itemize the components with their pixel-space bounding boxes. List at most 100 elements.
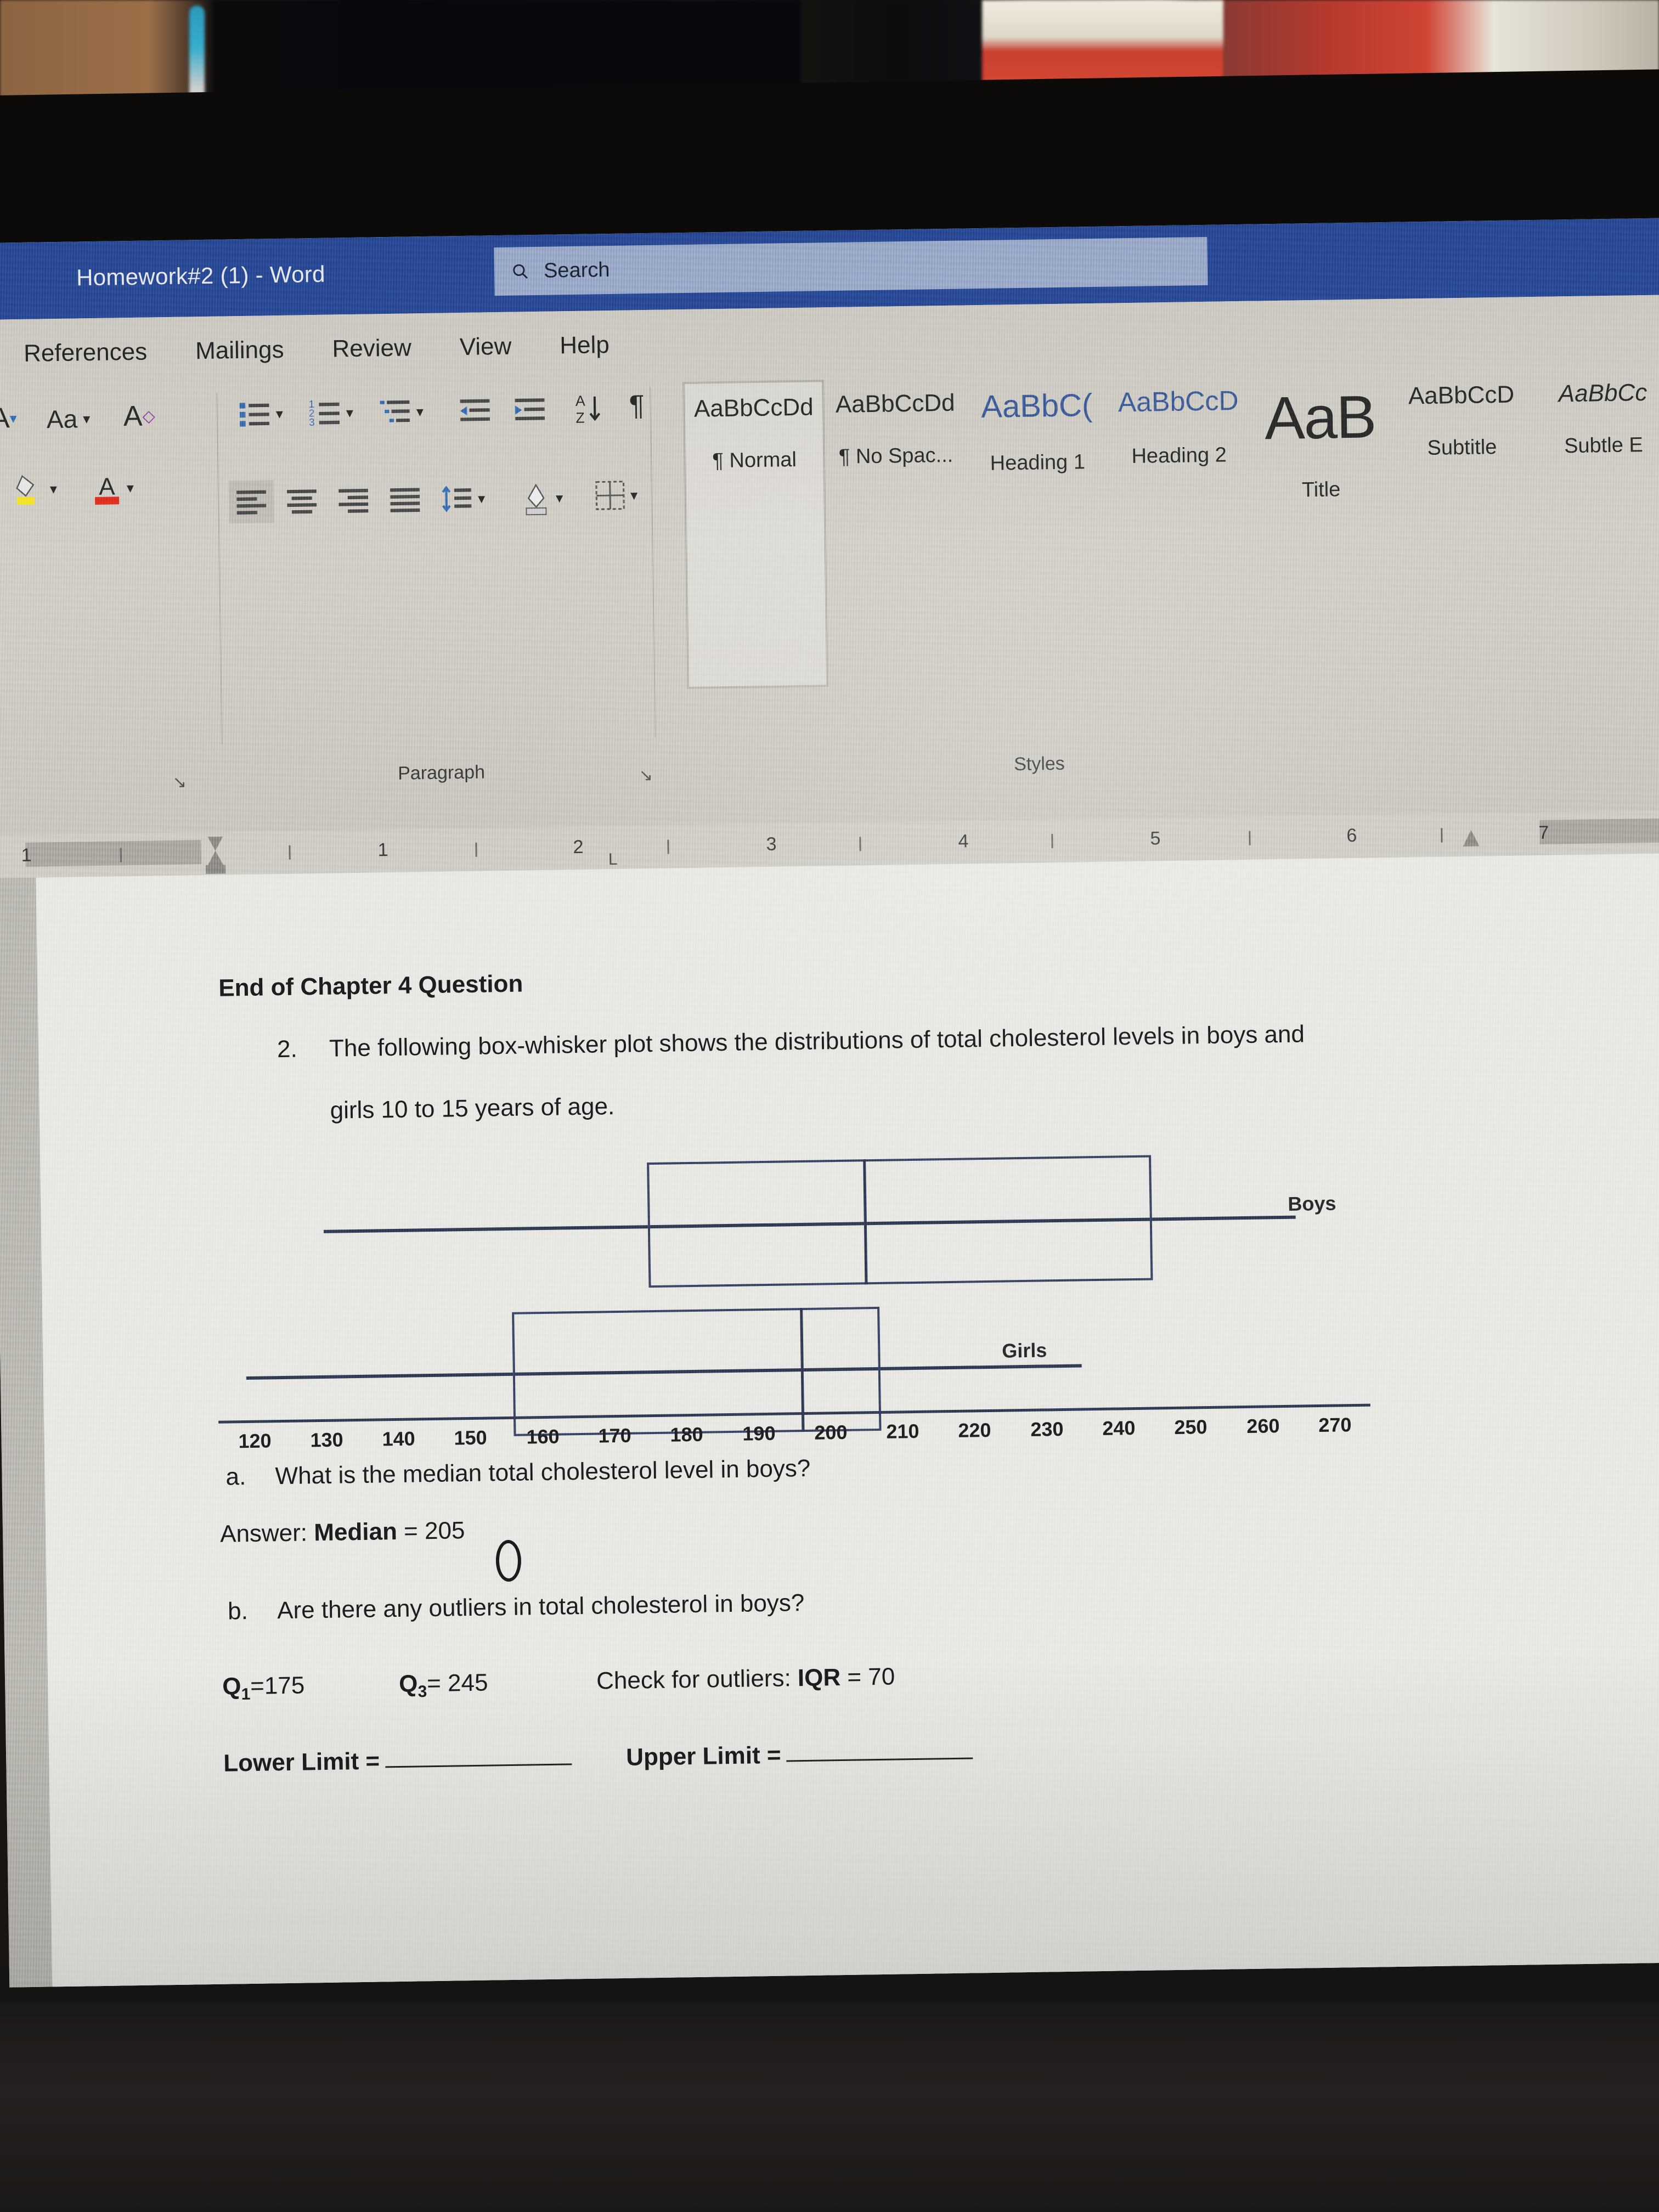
photo-of-laptop-screen: Homework#2 (1) - Word Search References … <box>0 0 1659 2212</box>
lower-limit-field[interactable]: Lower Limit = <box>223 1745 572 1777</box>
ruler-tick <box>1051 834 1053 849</box>
upper-limit-label: Upper Limit = <box>625 1741 781 1771</box>
tab-view[interactable]: View <box>435 332 535 362</box>
ruler-number: 1 <box>377 839 388 861</box>
sort-icon[interactable]: A Z <box>572 390 604 426</box>
increase-indent-icon[interactable] <box>512 393 547 427</box>
upper-limit-field[interactable]: Upper Limit = <box>626 1739 973 1771</box>
iqr-label: IQR <box>797 1664 841 1692</box>
left-indent-marker[interactable] <box>206 865 226 874</box>
group-divider <box>650 386 656 738</box>
style-label: Heading 1 <box>990 450 1086 475</box>
x-tick: 230 <box>1030 1417 1064 1441</box>
x-tick: 200 <box>814 1420 848 1444</box>
hanging-indent-marker[interactable] <box>208 851 223 865</box>
answer-key: Median <box>313 1518 398 1547</box>
x-tick: 120 <box>238 1429 272 1453</box>
search-icon <box>511 262 530 281</box>
style-normal[interactable]: AaBbCcDd ¶ Normal <box>682 380 829 689</box>
ruler-tick <box>1249 831 1251 845</box>
tab-stop-marker[interactable]: L <box>608 850 618 869</box>
numbering-icon[interactable]: 1 2 3 ▾ <box>307 396 353 430</box>
align-right-icon[interactable] <box>336 483 371 518</box>
bullets-icon[interactable]: ▾ <box>237 397 283 431</box>
ribbon-group-font: A▾ Aa▾ A◇ A▾ <box>0 376 244 798</box>
q1-value: Q1=175 <box>222 1672 305 1705</box>
paragraph-dialog-launcher[interactable]: ↘ <box>639 766 653 785</box>
answer-label: Answer: <box>219 1519 308 1548</box>
borders-icon[interactable]: ▾ <box>594 479 638 511</box>
ruler-number: 7 <box>1538 822 1549 843</box>
ruler-tick <box>475 842 477 857</box>
style-no-spacing[interactable]: AaBbCcDd ¶ No Spac... <box>824 377 970 687</box>
right-indent-marker[interactable] <box>1463 830 1479 847</box>
font-dialog-launcher[interactable]: ↘ <box>173 773 187 792</box>
style-label: Subtle E <box>1564 433 1644 458</box>
show-formatting-marks-icon[interactable]: ¶ <box>629 389 645 422</box>
mouse-cursor <box>495 1539 522 1582</box>
search-placeholder: Search <box>543 258 610 283</box>
x-tick: 190 <box>742 1421 776 1445</box>
style-heading-2[interactable]: AaBbCcD Heading 2 <box>1107 374 1253 683</box>
style-subtitle[interactable]: AaBbCcD Subtitle <box>1390 369 1536 679</box>
font-color-icon[interactable]: A ▾ <box>92 470 134 506</box>
style-label: Heading 2 <box>1131 443 1227 468</box>
text-highlight-color-icon[interactable]: ▾ <box>13 471 57 507</box>
ruler-number: 5 <box>1150 828 1161 849</box>
answer-value: 205 <box>424 1517 465 1545</box>
style-label: Subtitle <box>1427 436 1497 460</box>
upper-limit-blank[interactable] <box>786 1757 973 1762</box>
style-preview: AaBbCcDd <box>693 393 814 422</box>
style-preview: AaBbCcDd <box>835 389 955 418</box>
x-tick: 250 <box>1174 1415 1207 1438</box>
svg-text:Z: Z <box>575 410 585 426</box>
justify-icon[interactable] <box>388 482 422 517</box>
x-tick: 240 <box>1102 1417 1136 1440</box>
ruler-number: 6 <box>1346 825 1357 847</box>
boys-label: Boys <box>1288 1192 1336 1215</box>
ruler-left-margin <box>25 840 202 867</box>
iqr-value: = 70 <box>847 1663 895 1691</box>
doc-heading: End of Chapter 4 Question <box>218 970 523 1002</box>
multilevel-list-icon[interactable]: ▾ <box>377 394 424 429</box>
clear-formatting-icon[interactable]: A ◇ <box>123 399 155 433</box>
group-label-styles: Styles <box>1013 753 1065 775</box>
tab-references[interactable]: References <box>0 338 172 368</box>
q3-label: Q <box>398 1670 418 1697</box>
x-tick: 270 <box>1318 1413 1352 1437</box>
ruler-tick <box>1441 828 1443 843</box>
first-line-indent-marker[interactable] <box>207 837 223 851</box>
align-left-icon[interactable] <box>228 480 274 524</box>
line-spacing-icon[interactable]: ▾ <box>439 481 486 516</box>
x-tick: 150 <box>454 1426 487 1449</box>
search-box[interactable]: Search <box>494 236 1208 296</box>
laptop-screen: Homework#2 (1) - Word Search References … <box>0 218 1659 1988</box>
part-a-answer: Answer: Median = 205 <box>220 1517 465 1548</box>
x-tick: 140 <box>382 1427 415 1451</box>
style-heading-1[interactable]: AaBbC( Heading 1 <box>966 376 1111 685</box>
align-center-icon[interactable] <box>285 484 319 518</box>
grow-font-icon[interactable]: A ▾ <box>0 402 17 435</box>
style-subtle-emphasis[interactable]: AaBbCc Subtle E <box>1532 367 1659 676</box>
ribbon-group-styles: AaBbCcDd ¶ Normal AaBbCcDd ¶ No Spac... … <box>682 355 1659 787</box>
q3-subscript: 3 <box>417 1683 427 1701</box>
svg-text:A: A <box>99 473 116 500</box>
change-case-icon[interactable]: Aa ▾ <box>47 404 91 434</box>
tab-help[interactable]: Help <box>535 331 634 360</box>
style-preview: AaBbC( <box>980 387 1093 425</box>
svg-text:A: A <box>575 393 585 409</box>
box-whisker-plot: Boys Girls 120 130 140 150 160 170 180 1… <box>215 1131 1481 1452</box>
part-b-number: b. <box>227 1598 249 1625</box>
document-page[interactable]: End of Chapter 4 Question 2. The followi… <box>36 853 1659 1988</box>
style-title[interactable]: AaB Title <box>1249 371 1395 681</box>
girls-label: Girls <box>1002 1339 1047 1362</box>
shading-icon[interactable]: ▾ <box>521 480 563 516</box>
ruler-tick <box>667 839 669 854</box>
lower-limit-blank[interactable] <box>385 1763 572 1768</box>
tab-review[interactable]: Review <box>308 334 436 363</box>
ruler-number: 4 <box>958 831 969 852</box>
decrease-indent-icon[interactable] <box>458 393 492 428</box>
styles-gallery[interactable]: AaBbCcDd ¶ Normal AaBbCcDd ¶ No Spac... … <box>682 367 1659 689</box>
ruler-right-margin <box>1539 817 1659 844</box>
tab-mailings[interactable]: Mailings <box>171 336 308 365</box>
